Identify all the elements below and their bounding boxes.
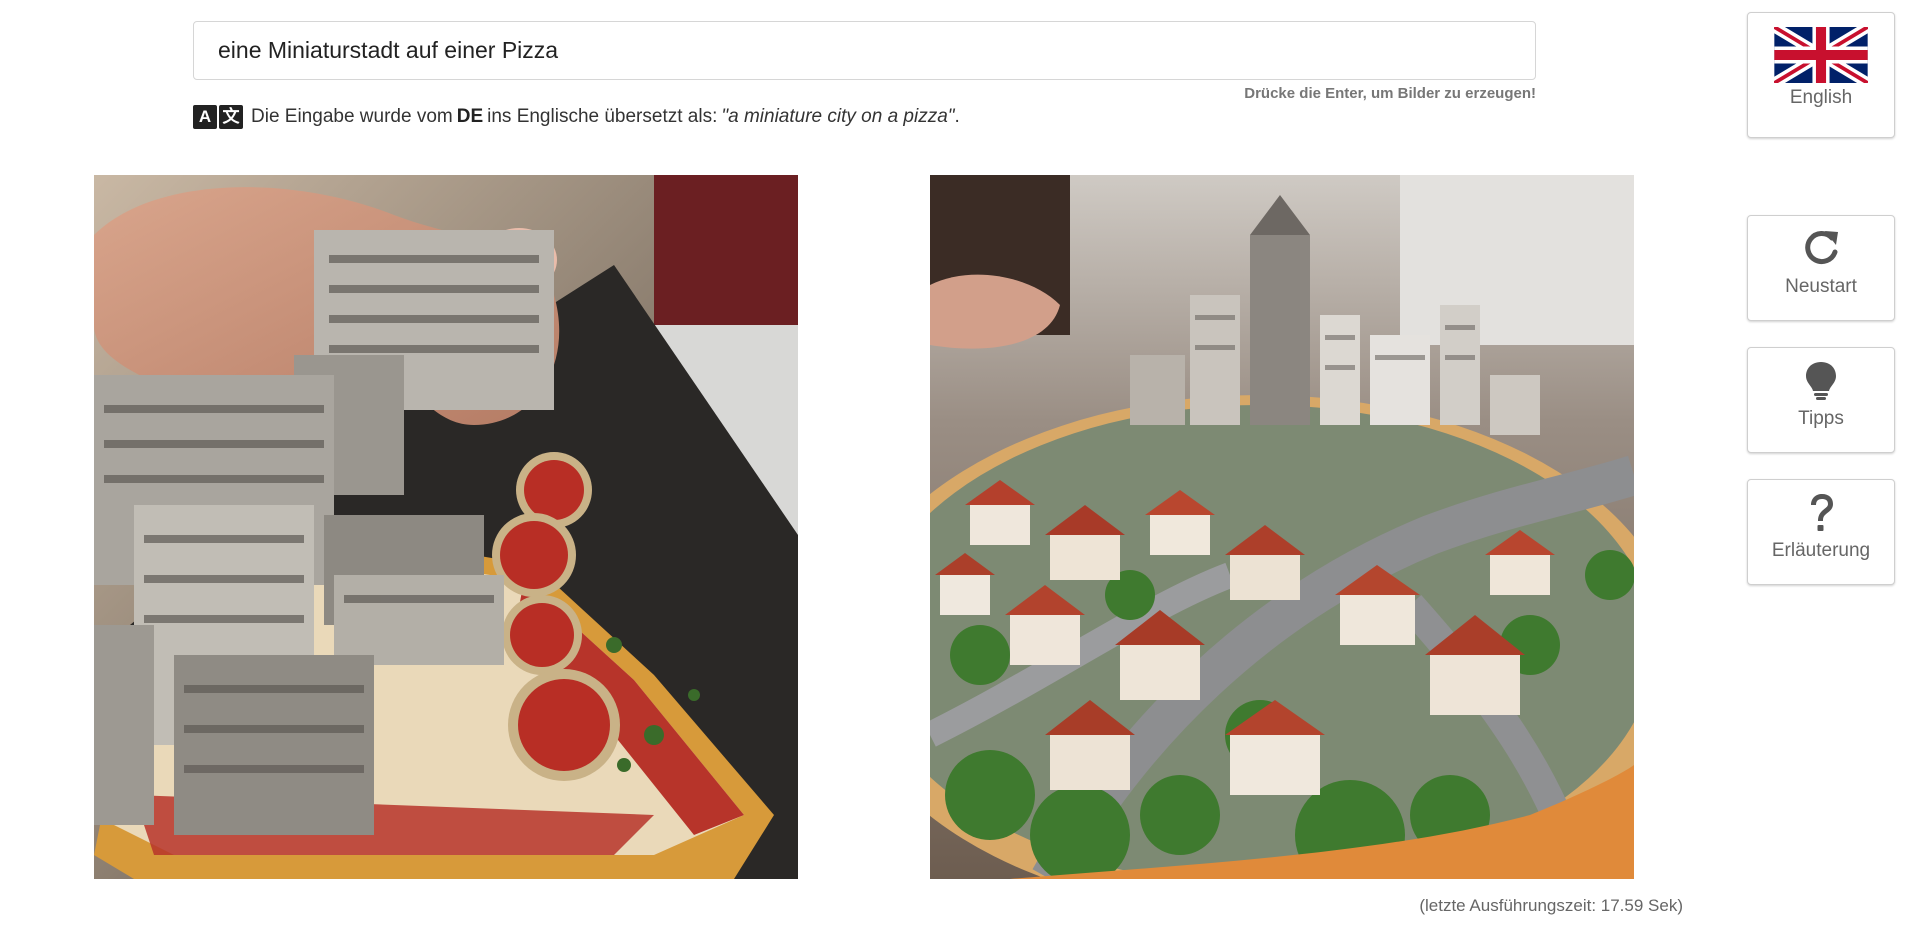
generated-image-2[interactable] — [930, 175, 1634, 879]
generated-image-2-picture — [930, 175, 1634, 879]
execution-time: (letzte Ausführungszeit: 17.59 Sek) — [1419, 896, 1683, 915]
translation-prefix: Die Eingabe wurde vom — [251, 106, 453, 127]
language-label: English — [1789, 87, 1853, 108]
enter-hint: Drücke die Enter, um Bilder zu erzeugen! — [1244, 85, 1536, 102]
translation-notice: A文 Die Eingabe wurde vom DE ins Englisch… — [193, 105, 960, 129]
generated-image-1[interactable] — [94, 175, 798, 879]
uk-flag-icon — [1774, 27, 1868, 83]
translation-middle: ins Englische übersetzt als: — [487, 106, 718, 127]
question-mark-icon — [1811, 494, 1833, 531]
tips-button[interactable]: Tipps — [1747, 347, 1895, 453]
help-button[interactable]: Erläuterung — [1747, 479, 1895, 585]
prompt-input[interactable] — [194, 22, 1535, 79]
restart-button[interactable]: Neustart — [1747, 215, 1895, 321]
translate-icon: A文 — [193, 105, 245, 129]
source-language: DE — [456, 106, 484, 127]
generated-image-1-picture — [94, 175, 798, 879]
translated-text: "a miniature city on a pizza" — [721, 106, 955, 127]
language-button[interactable]: English — [1747, 12, 1895, 138]
lightbulb-icon — [1806, 362, 1836, 400]
restart-label: Neustart — [1785, 276, 1857, 297]
translation-suffix: . — [954, 106, 960, 127]
tips-label: Tipps — [1798, 408, 1844, 429]
help-label: Erläuterung — [1771, 540, 1871, 561]
refresh-icon — [1805, 231, 1838, 264]
prompt-box — [193, 21, 1536, 80]
page: Drücke die Enter, um Bilder zu erzeugen!… — [0, 0, 1908, 929]
